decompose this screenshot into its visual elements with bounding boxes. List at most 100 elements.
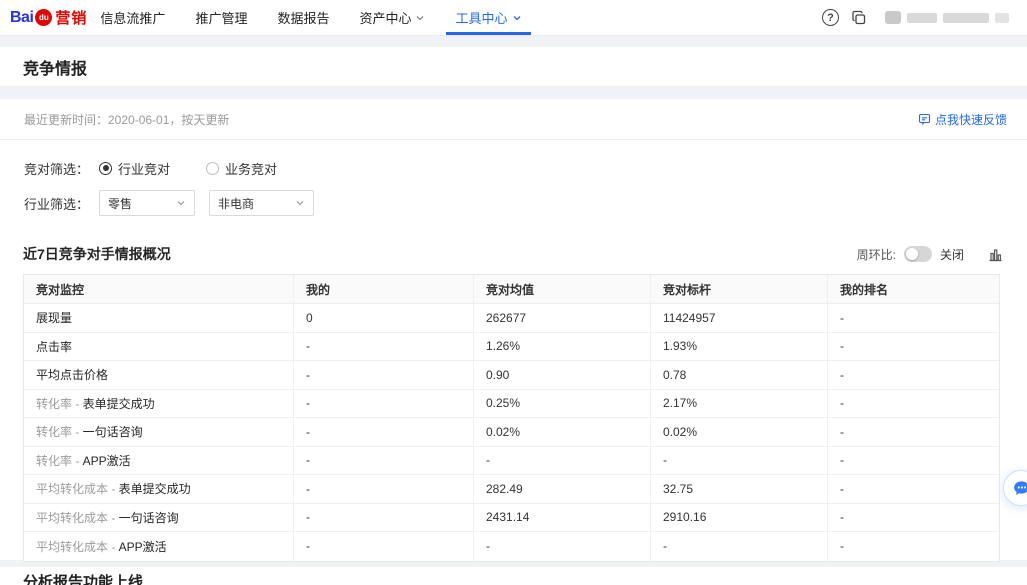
- cell-competitor-avg: -: [474, 447, 651, 476]
- industry-filter-row: 行业筛选： 零售 非电商: [24, 190, 1003, 216]
- table-row: 展现量 0 262677 11424957 -: [24, 304, 999, 333]
- cell-competitor-avg: 262677: [474, 304, 651, 333]
- bar-chart-icon[interactable]: [988, 247, 1003, 262]
- help-icon[interactable]: ?: [822, 9, 839, 26]
- nav-item-data-report[interactable]: 数据报告: [274, 0, 332, 35]
- spacer-band: [0, 36, 1027, 47]
- toggle-state-label: 关闭: [940, 246, 964, 263]
- competitor-filter-label: 竞对筛选：: [24, 159, 89, 178]
- cell-mine: -: [294, 532, 474, 561]
- toggle-knob: [906, 248, 918, 260]
- main-nav: 信息流推广 推广管理 数据报告 资产中心 工具中心: [87, 0, 524, 35]
- table-row: 平均转化成本 - APP激活 - - - -: [24, 532, 999, 561]
- chevron-down-icon: [512, 13, 522, 23]
- cell-competitor-benchmark: 0.78: [651, 361, 828, 390]
- table-row: 转化率 - APP激活 - - - -: [24, 447, 999, 476]
- cell-metric-name: 转化率 - 一句话咨询: [24, 418, 294, 447]
- cell-competitor-benchmark: 2.17%: [651, 390, 828, 419]
- cell-metric-name: 转化率 - APP激活: [24, 447, 294, 476]
- section-title: 近7日竞争对手情报概况: [23, 244, 171, 264]
- cell-competitor-avg: -: [474, 532, 651, 561]
- industry-select-primary[interactable]: 零售: [99, 190, 195, 216]
- section-controls: 周环比: 关闭: [857, 246, 1003, 263]
- table-header-row: 竞对监控 我的 竞对均值 竞对标杆 我的排名: [24, 275, 999, 304]
- cell-my-rank: -: [828, 532, 999, 561]
- nav-item-feed-promotion[interactable]: 信息流推广: [97, 0, 168, 35]
- nav-item-asset-center[interactable]: 资产中心: [356, 0, 428, 35]
- cell-metric-name: 转化率 - 表单提交成功: [24, 390, 294, 419]
- cell-mine: -: [294, 475, 474, 504]
- avatar: [885, 11, 901, 24]
- col-header-mine: 我的: [294, 275, 474, 304]
- cell-my-rank: -: [828, 333, 999, 362]
- radio-business-competitor[interactable]: 业务竞对: [206, 159, 277, 178]
- cell-competitor-benchmark: -: [651, 532, 828, 561]
- table-row: 平均转化成本 - 表单提交成功 - 282.49 32.75 -: [24, 475, 999, 504]
- table-row: 平均转化成本 - 一句话咨询 - 2431.14 2910.16 -: [24, 504, 999, 533]
- cell-my-rank: -: [828, 447, 999, 476]
- nav-item-tool-center[interactable]: 工具中心: [452, 0, 524, 35]
- nav-item-promotion-management[interactable]: 推广管理: [192, 0, 250, 35]
- overview-section-header: 近7日竞争对手情报概况 周环比: 关闭: [0, 244, 1027, 264]
- radio-unselected-icon: [206, 162, 219, 175]
- next-section-title: 分析报告功能上线: [23, 571, 1027, 585]
- filters: 竞对筛选： 行业竞对 业务竞对 行业筛选： 零售 非电商: [0, 140, 1027, 216]
- col-header-competitor-benchmark: 竞对标杆: [651, 275, 828, 304]
- navbar-right: ?: [822, 9, 1009, 26]
- cell-my-rank: -: [828, 390, 999, 419]
- spacer-band: [0, 86, 1027, 99]
- week-over-week-toggle[interactable]: [904, 246, 932, 262]
- cell-mine: 0: [294, 304, 474, 333]
- cell-metric-name: 平均转化成本 - 一句话咨询: [24, 504, 294, 533]
- competitor-overview-table: 竞对监控 我的 竞对均值 竞对标杆 我的排名 展现量 0 262677 1142…: [23, 274, 1000, 562]
- competitor-filter-row: 竞对筛选： 行业竞对 业务竞对: [24, 156, 1003, 180]
- cell-my-rank: -: [828, 361, 999, 390]
- cell-competitor-benchmark: 0.02%: [651, 418, 828, 447]
- next-section-header-clipped: 分析报告功能上线: [0, 567, 1027, 585]
- table-row: 平均点击价格 - 0.90 0.78 -: [24, 361, 999, 390]
- quick-feedback-link[interactable]: 点我快速反馈: [918, 111, 1007, 128]
- cell-my-rank: -: [828, 504, 999, 533]
- cell-competitor-avg: 2431.14: [474, 504, 651, 533]
- feedback-bubble-icon: [918, 113, 931, 126]
- cell-metric-name: 平均点击价格: [24, 361, 294, 390]
- cell-mine: -: [294, 361, 474, 390]
- logo-bai-text: Bai: [10, 9, 33, 27]
- cell-competitor-benchmark: 32.75: [651, 475, 828, 504]
- table-row: 转化率 - 一句话咨询 - 0.02% 0.02% -: [24, 418, 999, 447]
- cell-mine: -: [294, 390, 474, 419]
- cell-my-rank: -: [828, 418, 999, 447]
- cell-mine: -: [294, 418, 474, 447]
- col-header-my-rank: 我的排名: [828, 275, 999, 304]
- baidu-logo[interactable]: Bai du 营销: [10, 7, 87, 28]
- user-account[interactable]: [885, 11, 1009, 24]
- cell-metric-name: 展现量: [24, 304, 294, 333]
- logo-product-text: 营销: [55, 7, 87, 28]
- main-content: 最近更新时间：2020-06-01，按天更新 点我快速反馈 竞对筛选： 行业竞对…: [0, 99, 1027, 560]
- col-header-monitor: 竞对监控: [24, 275, 294, 304]
- baidu-paw-icon: du: [35, 9, 52, 26]
- top-navbar: Bai du 营销 信息流推广 推广管理 数据报告 资产中心 工具中心 ?: [0, 0, 1027, 36]
- cell-competitor-benchmark: 1.93%: [651, 333, 828, 362]
- cell-competitor-benchmark: 11424957: [651, 304, 828, 333]
- page-title-bar: 竞争情报: [0, 47, 1027, 86]
- cell-mine: -: [294, 504, 474, 533]
- radio-industry-competitor[interactable]: 行业竞对: [99, 159, 170, 178]
- copy-icon[interactable]: [851, 10, 867, 26]
- cell-competitor-avg: 0.25%: [474, 390, 651, 419]
- table-row: 点击率 - 1.26% 1.93% -: [24, 333, 999, 362]
- table-row: 转化率 - 表单提交成功 - 0.25% 2.17% -: [24, 390, 999, 419]
- cell-competitor-avg: 0.02%: [474, 418, 651, 447]
- cell-my-rank: -: [828, 475, 999, 504]
- chevron-down-icon: [415, 13, 425, 23]
- cell-mine: -: [294, 447, 474, 476]
- chevron-down-icon: [295, 198, 305, 208]
- cell-competitor-benchmark: 2910.16: [651, 504, 828, 533]
- active-tab-underline: [446, 32, 530, 35]
- last-update-time: 最近更新时间：2020-06-01，按天更新: [24, 111, 229, 128]
- chevron-down-icon: [176, 198, 186, 208]
- cell-competitor-avg: 1.26%: [474, 333, 651, 362]
- industry-filter-label: 行业筛选：: [24, 194, 89, 213]
- industry-select-secondary[interactable]: 非电商: [209, 190, 314, 216]
- week-over-week-label: 周环比:: [857, 246, 896, 263]
